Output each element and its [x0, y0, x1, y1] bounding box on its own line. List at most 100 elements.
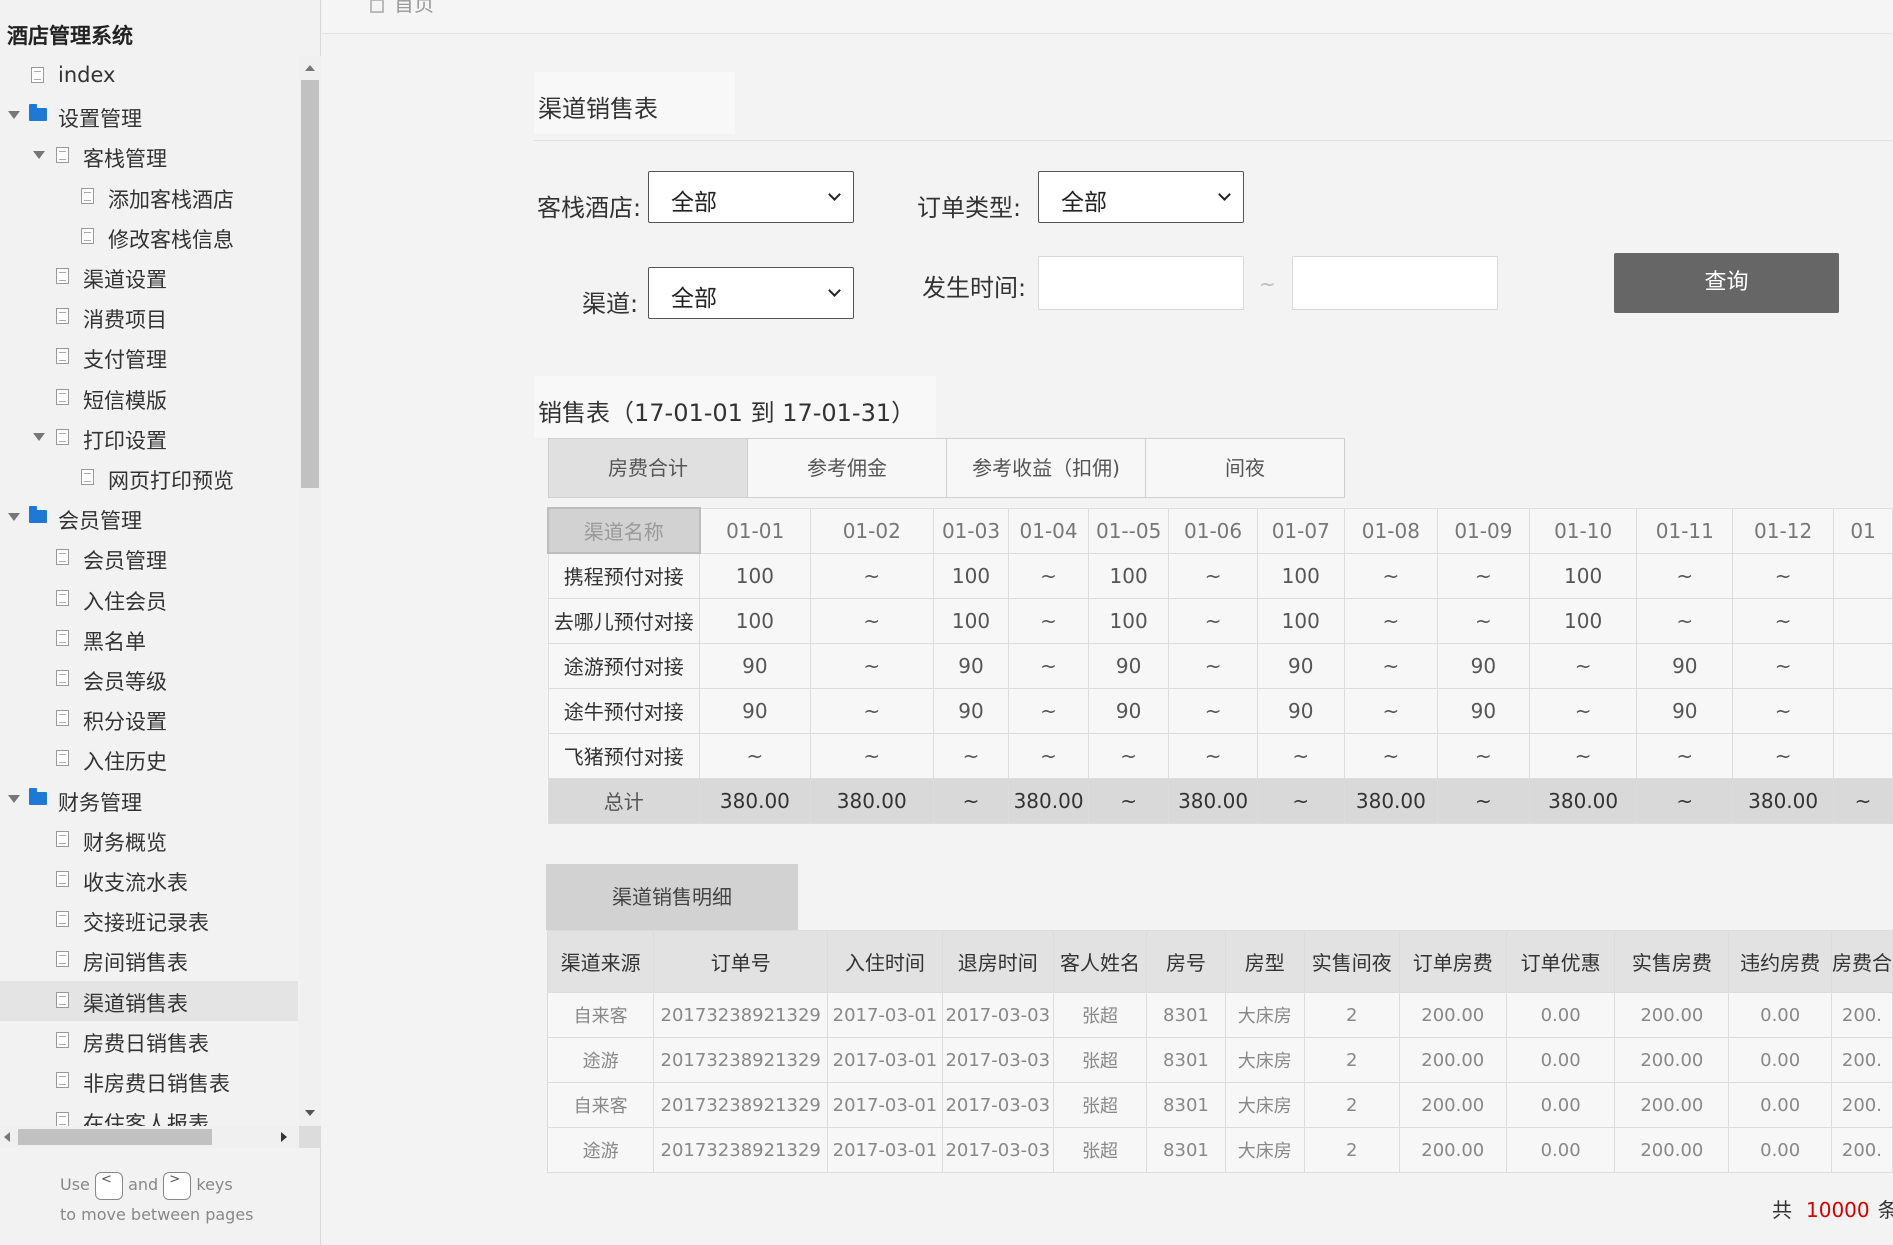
channel-select[interactable]: 全部: [648, 267, 854, 319]
sidebar-item[interactable]: 积分设置: [0, 699, 298, 739]
scroll-down-arrow-icon[interactable]: [305, 1110, 315, 1116]
column-header: 渠道来源: [546, 930, 655, 993]
column-header: 房费合: [1830, 930, 1893, 993]
title-divider: [534, 140, 1893, 141]
table-cell: ~: [809, 552, 934, 599]
table-cell: 200.: [1830, 992, 1893, 1038]
time-end-input[interactable]: [1292, 256, 1498, 310]
table-cell: 20173238921329: [653, 1127, 829, 1173]
tab-room-nights[interactable]: 间夜: [1145, 438, 1345, 498]
table-cell: 20173238921329: [653, 992, 829, 1038]
scroll-thumb[interactable]: [301, 80, 319, 488]
sidebar-item[interactable]: 会员管理: [0, 538, 298, 578]
table-cell: ~: [1732, 552, 1835, 599]
table-row[interactable]: 途游 20173238921329 2017-03-01 2017-03-03 张超 83…: [546, 1127, 1893, 1173]
table-cell: 380.00: [1528, 777, 1638, 824]
tab-label: 参考收益（扣佣): [972, 456, 1120, 480]
sidebar-item[interactable]: 会员等级: [0, 659, 298, 699]
table-cell: ~: [1008, 597, 1089, 644]
sidebar-item[interactable]: 添加客栈酒店: [0, 177, 298, 217]
table-cell: 大床房: [1224, 1037, 1305, 1083]
tab-commission[interactable]: 参考佣金: [747, 438, 947, 498]
time-label: 发生时间:: [922, 274, 1027, 302]
scroll-up-arrow-icon[interactable]: [305, 65, 315, 71]
sidebar-item[interactable]: 打印设置: [0, 418, 298, 458]
order-type-select[interactable]: 全部: [1038, 171, 1244, 223]
sidebar-item[interactable]: 黑名单: [0, 619, 298, 659]
sidebar-item[interactable]: 收支流水表: [0, 860, 298, 900]
tab-net-revenue[interactable]: 参考收益（扣佣): [946, 438, 1146, 498]
sidebar-item[interactable]: 入住会员: [0, 579, 298, 619]
table-cell: 0.00: [1728, 1127, 1832, 1173]
sidebar-vertical-scrollbar[interactable]: [299, 56, 321, 1126]
breadcrumb-home[interactable]: 首页: [394, 0, 434, 16]
sidebar-item[interactable]: 在住客人报表: [0, 1101, 298, 1126]
sidebar-item[interactable]: 消费项目: [0, 297, 298, 337]
sidebar-item[interactable]: 会员管理: [0, 498, 298, 538]
table-cell: ~: [699, 732, 811, 779]
tab-label: 间夜: [1225, 456, 1265, 480]
tab-room-fee-total[interactable]: 房费合计: [548, 438, 748, 498]
table-cell: 8301: [1146, 1082, 1226, 1128]
sidebar-horizontal-scrollbar[interactable]: [0, 1126, 321, 1148]
column-header: 客人姓名: [1052, 930, 1148, 993]
channel-name-cell: 途牛预付对接: [547, 687, 701, 734]
scroll-left-arrow-icon[interactable]: [4, 1132, 10, 1142]
table-row[interactable]: 自来客 20173238921329 2017-03-01 2017-03-03 张超 8…: [546, 992, 1893, 1038]
sidebar-item[interactable]: 网页打印预览: [0, 458, 298, 498]
table-cell: 90: [1636, 687, 1734, 734]
query-button[interactable]: 查询: [1614, 253, 1839, 313]
sidebar-item[interactable]: 房间销售表: [0, 940, 298, 980]
sidebar-item[interactable]: 短信模版: [0, 378, 298, 418]
table-cell: 100: [1256, 597, 1345, 644]
sidebar-item[interactable]: index: [0, 56, 298, 96]
sidebar-item[interactable]: 房费日销售表: [0, 1021, 298, 1061]
sidebar-item[interactable]: 支付管理: [0, 337, 298, 377]
table-row[interactable]: 自来客 20173238921329 2017-03-01 2017-03-03 张超 8…: [546, 1082, 1893, 1128]
sidebar-item[interactable]: 非房费日销售表: [0, 1061, 298, 1101]
expand-arrow-icon[interactable]: [8, 794, 20, 803]
sidebar-item[interactable]: 客栈管理: [0, 136, 298, 176]
sidebar-item-label: 房费日销售表: [83, 1031, 209, 1056]
sidebar-item[interactable]: 入住历史: [0, 739, 298, 779]
table-cell: 0.00: [1505, 992, 1616, 1038]
scroll-thumb-horizontal[interactable]: [18, 1129, 212, 1145]
sidebar-item[interactable]: 设置管理: [0, 96, 298, 136]
detail-tab[interactable]: 渠道销售明细: [546, 864, 798, 930]
table-cell: ~: [932, 732, 1010, 779]
table-cell: ~: [1343, 642, 1438, 689]
scroll-right-arrow-icon[interactable]: [281, 1132, 287, 1142]
table-cell: ~: [1833, 777, 1893, 824]
total-row: 总计 380.00 380.00 ~380.00 ~380.00 ~380.00 ~380.…: [547, 777, 1893, 824]
page-icon: [81, 469, 94, 485]
nav-tree: index 设置管理 客栈管理 添加客栈酒店 修改客栈信息 渠道设置 消费项目 支付管理 短信模…: [0, 56, 298, 1126]
page-icon: [56, 750, 69, 767]
time-start-input[interactable]: [1038, 256, 1244, 310]
date-header: 01-08: [1343, 507, 1438, 554]
hint-and: and: [128, 1175, 159, 1194]
expand-arrow-icon[interactable]: [8, 111, 20, 120]
table-cell: ~: [1732, 597, 1835, 644]
table-cell: 张超: [1052, 1127, 1148, 1173]
table-cell: 2017-03-03: [941, 1082, 1054, 1128]
table-cell: 200.00: [1398, 1127, 1507, 1173]
table-cell: ~: [932, 777, 1010, 824]
table-cell: ~: [1256, 732, 1345, 779]
expand-arrow-icon[interactable]: [33, 151, 45, 160]
table-row[interactable]: 途游 20173238921329 2017-03-01 2017-03-03 张超 83…: [546, 1037, 1893, 1083]
table-cell: 200.: [1830, 1082, 1893, 1128]
sidebar-item[interactable]: 修改客栈信息: [0, 217, 298, 257]
breadcrumb[interactable]: 首页: [370, 0, 434, 17]
expand-arrow-icon[interactable]: [33, 432, 45, 441]
table-cell: 380.00: [1343, 777, 1438, 824]
sidebar-item[interactable]: 渠道销售表: [0, 980, 298, 1021]
sidebar-item[interactable]: 财务管理: [0, 780, 298, 820]
channel-name-cell: 去哪儿预付对接: [547, 597, 701, 644]
sidebar-item[interactable]: 财务概览: [0, 820, 298, 860]
hotel-select[interactable]: 全部: [648, 171, 854, 223]
folder-icon: [29, 787, 47, 805]
sidebar-item[interactable]: 渠道设置: [0, 257, 298, 297]
table-cell: 2017-03-03: [941, 1127, 1054, 1173]
sidebar-item[interactable]: 交接班记录表: [0, 900, 298, 940]
expand-arrow-icon[interactable]: [8, 513, 20, 522]
